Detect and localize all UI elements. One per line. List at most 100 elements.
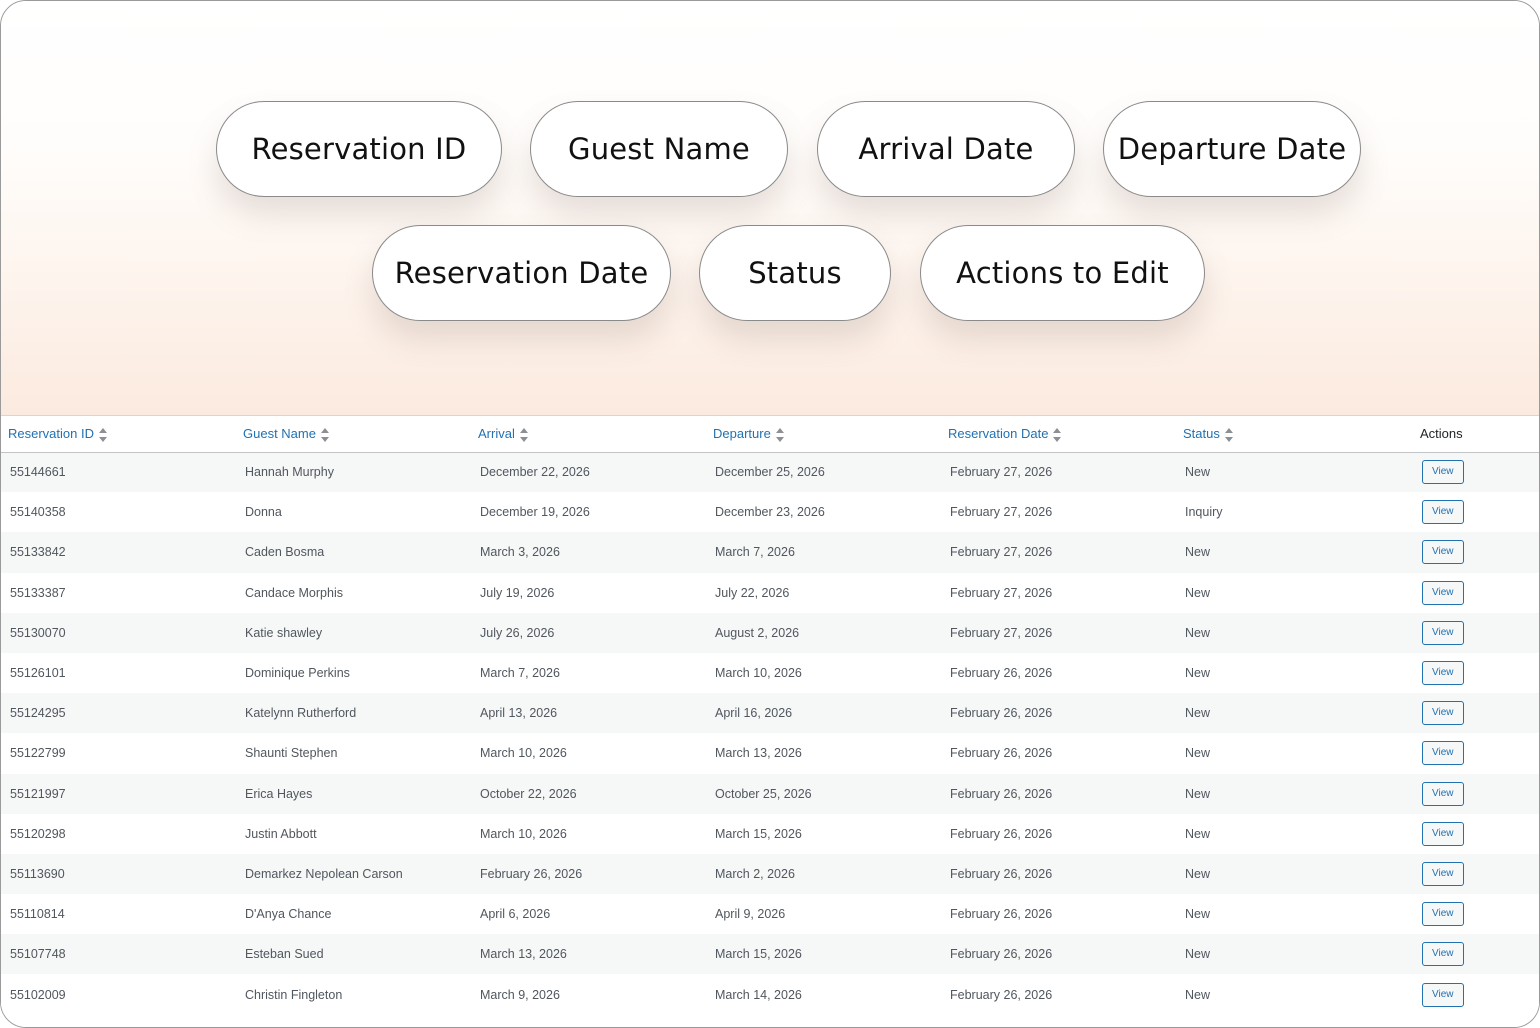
column-header-status[interactable]: Status	[1176, 416, 1413, 453]
column-header-actions: Actions	[1413, 416, 1539, 453]
view-button[interactable]: View	[1422, 661, 1464, 686]
view-button[interactable]: View	[1422, 781, 1464, 806]
column-header-guest-name[interactable]: Guest Name	[236, 416, 471, 453]
reservation-date-cell: February 26, 2026	[941, 652, 1176, 694]
reservation-id-cell: 55120298	[1, 813, 236, 854]
reservation-id-cell: 55144661	[1, 452, 236, 493]
actions-cell: View	[1413, 934, 1539, 975]
reservation-id-cell: 55121997	[1, 773, 236, 814]
table-row: 55133387 Candace Morphis July 19, 2026 July…	[1, 572, 1539, 613]
column-header-label: Departure	[713, 425, 771, 441]
table-row: 55126101 Dominique Perkins March 7, 2026 Ma…	[1, 652, 1539, 694]
status-cell: New	[1176, 813, 1413, 854]
view-button[interactable]: View	[1422, 902, 1464, 927]
reservation-id-cell: 55122799	[1, 733, 236, 774]
departure-cell: April 16, 2026	[706, 693, 941, 734]
arrival-cell: December 19, 2026	[471, 492, 706, 533]
table-row: 55120298 Justin Abbott March 10, 2026 March…	[1, 813, 1539, 854]
reservation-date-cell: February 27, 2026	[941, 612, 1176, 653]
departure-cell: March 14, 2026	[706, 974, 941, 1015]
view-button[interactable]: View	[1422, 540, 1464, 565]
reservation-date-cell: February 26, 2026	[941, 974, 1176, 1015]
reservation-id-cell: 55113690	[1, 853, 236, 895]
arrival-cell: April 13, 2026	[471, 693, 706, 734]
view-button[interactable]: View	[1422, 580, 1464, 605]
status-cell: New	[1176, 853, 1413, 895]
pill-reservation-date: Reservation Date	[372, 225, 671, 321]
view-button[interactable]: View	[1422, 460, 1464, 485]
view-button[interactable]: View	[1422, 701, 1464, 726]
guest-name-cell: Shaunti Stephen	[236, 733, 471, 774]
column-header-label: Reservation ID	[8, 425, 94, 441]
view-button[interactable]: View	[1422, 620, 1464, 645]
guest-name-cell: D'Anya Chance	[236, 894, 471, 935]
sort-arrows-icon[interactable]	[320, 427, 329, 442]
reservation-id-cell: 55124295	[1, 693, 236, 734]
actions-cell: View	[1413, 693, 1539, 734]
column-header-reservation-id[interactable]: Reservation ID	[1, 416, 236, 453]
view-button[interactable]: View	[1422, 982, 1464, 1007]
view-button[interactable]: View	[1422, 821, 1464, 846]
actions-cell: View	[1413, 612, 1539, 653]
view-button[interactable]: View	[1422, 741, 1464, 766]
status-cell: New	[1176, 572, 1413, 613]
sort-arrows-icon[interactable]	[98, 427, 107, 442]
departure-cell: December 25, 2026	[706, 452, 941, 493]
departure-cell: March 15, 2026	[706, 934, 941, 975]
table-row: 55102009 Christin Fingleton March 9, 2026 M…	[1, 974, 1539, 1015]
arrival-cell: March 10, 2026	[471, 733, 706, 774]
column-header-label: Guest Name	[243, 425, 316, 441]
reservation-date-cell: February 26, 2026	[941, 934, 1176, 975]
guest-name-cell: Donna	[236, 492, 471, 533]
pill-actions-to-edit: Actions to Edit	[920, 225, 1205, 321]
sort-arrows-icon[interactable]	[775, 427, 784, 442]
actions-cell: View	[1413, 813, 1539, 854]
guest-name-cell: Hannah Murphy	[236, 452, 471, 493]
reservation-date-cell: February 27, 2026	[941, 532, 1176, 573]
sort-arrows-icon[interactable]	[1224, 427, 1233, 442]
view-button[interactable]: View	[1422, 942, 1464, 967]
column-header-label: Reservation Date	[948, 425, 1049, 441]
status-cell: New	[1176, 693, 1413, 734]
view-button[interactable]: View	[1422, 500, 1464, 525]
reservation-id-cell: 55102009	[1, 974, 236, 1015]
guest-name-cell: Christin Fingleton	[236, 974, 471, 1015]
actions-cell: View	[1413, 572, 1539, 613]
departure-cell: July 22, 2026	[706, 572, 941, 613]
actions-cell: View	[1413, 452, 1539, 493]
reservation-id-cell: 55130070	[1, 612, 236, 653]
status-cell: New	[1176, 974, 1413, 1015]
table-row: 55140358 Donna December 19, 2026 December 2…	[1, 492, 1539, 533]
reservation-date-cell: February 27, 2026	[941, 572, 1176, 613]
sort-arrows-icon[interactable]	[1053, 427, 1062, 442]
column-header-reservation-date[interactable]: Reservation Date	[941, 416, 1176, 453]
column-header-departure[interactable]: Departure	[706, 416, 941, 453]
guest-name-cell: Katelynn Rutherford	[236, 693, 471, 734]
guest-name-cell: Demarkez Nepolean Carson	[236, 853, 471, 895]
table-row: 55110814 D'Anya Chance April 6, 2026 April …	[1, 894, 1539, 935]
arrival-cell: March 13, 2026	[471, 934, 706, 975]
actions-cell: View	[1413, 853, 1539, 895]
departure-cell: March 13, 2026	[706, 733, 941, 774]
pill-arrival-date: Arrival Date	[817, 101, 1075, 197]
reservation-date-cell: February 26, 2026	[941, 773, 1176, 814]
status-cell: New	[1176, 652, 1413, 694]
sort-arrows-icon[interactable]	[519, 427, 528, 442]
column-header-arrival[interactable]: Arrival	[471, 416, 706, 453]
pill-reservation-id: Reservation ID	[216, 101, 502, 197]
arrival-cell: February 26, 2026	[471, 853, 706, 895]
reservations-table-panel: Reservation ID Guest Name Arrival Departure…	[1, 415, 1539, 1027]
reservation-date-cell: February 26, 2026	[941, 693, 1176, 734]
column-header-label: Status	[1183, 425, 1220, 441]
departure-cell: October 25, 2026	[706, 773, 941, 814]
view-button[interactable]: View	[1422, 861, 1464, 886]
guest-name-cell: Esteban Sued	[236, 934, 471, 975]
reservation-date-cell: February 27, 2026	[941, 492, 1176, 533]
reservation-id-cell: 55110814	[1, 894, 236, 935]
reservation-id-cell: 55140358	[1, 492, 236, 533]
arrival-cell: March 7, 2026	[471, 652, 706, 694]
pill-guest-name: Guest Name	[530, 101, 788, 197]
table-row: 55133842 Caden Bosma March 3, 2026 March 7,…	[1, 532, 1539, 573]
reservation-date-cell: February 26, 2026	[941, 894, 1176, 935]
table-header-row: Reservation ID Guest Name Arrival Departure…	[1, 416, 1539, 453]
